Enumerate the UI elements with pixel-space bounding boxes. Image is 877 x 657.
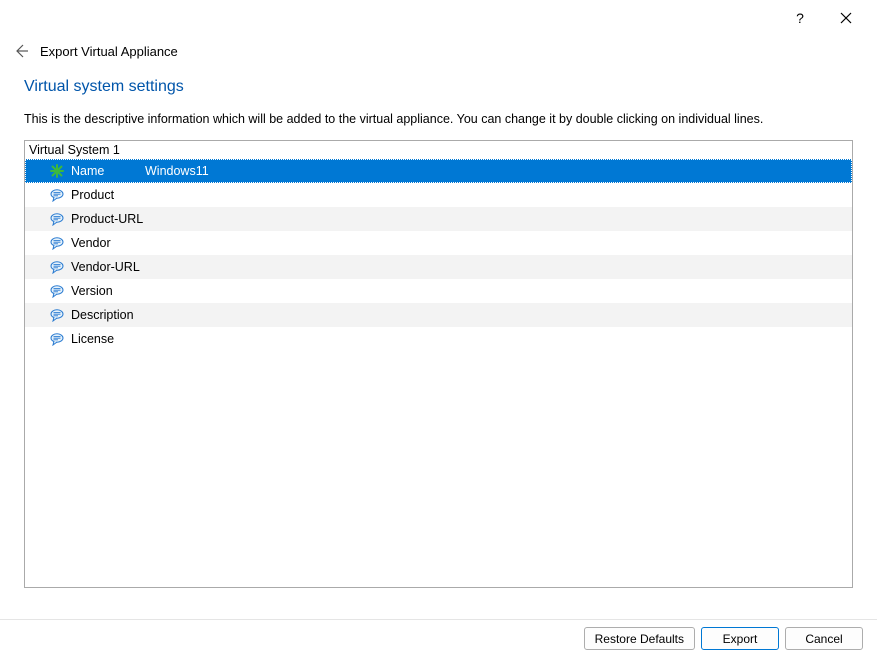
property-row[interactable]: Vendor (25, 231, 852, 255)
arrow-left-icon (13, 43, 29, 59)
property-row[interactable]: Description (25, 303, 852, 327)
property-label: Name (71, 164, 145, 178)
back-button[interactable] (12, 42, 30, 60)
cancel-button[interactable]: Cancel (785, 627, 863, 650)
property-value: Windows11 (145, 164, 852, 178)
section-description: This is the descriptive information whic… (24, 112, 853, 126)
property-label: Product-URL (71, 212, 145, 226)
content-area: Virtual system settings This is the desc… (0, 78, 877, 588)
property-label: Description (71, 308, 145, 322)
text-icon (49, 187, 65, 203)
property-row[interactable]: Version (25, 279, 852, 303)
section-heading: Virtual system settings (24, 78, 853, 96)
property-label: License (71, 332, 145, 346)
group-header[interactable]: Virtual System 1 (25, 141, 852, 159)
help-button[interactable]: ? (777, 2, 823, 34)
text-icon (49, 259, 65, 275)
property-row[interactable]: Product-URL (25, 207, 852, 231)
text-icon (49, 235, 65, 251)
property-label: Vendor (71, 236, 145, 250)
text-icon (49, 307, 65, 323)
property-row[interactable]: NameWindows11 (25, 159, 852, 183)
close-icon (840, 12, 852, 24)
close-button[interactable] (823, 2, 869, 34)
text-icon (49, 283, 65, 299)
name-icon (49, 163, 65, 179)
text-icon (49, 211, 65, 227)
export-button[interactable]: Export (701, 627, 779, 650)
property-row[interactable]: Vendor-URL (25, 255, 852, 279)
properties-table[interactable]: Virtual System 1 NameWindows11ProductPro… (24, 140, 853, 588)
wizard-header: Export Virtual Appliance (0, 36, 877, 78)
property-row[interactable]: Product (25, 183, 852, 207)
page-title: Export Virtual Appliance (40, 44, 178, 59)
restore-defaults-button[interactable]: Restore Defaults (584, 627, 695, 650)
property-row[interactable]: License (25, 327, 852, 351)
text-icon (49, 331, 65, 347)
property-label: Version (71, 284, 145, 298)
property-label: Product (71, 188, 145, 202)
button-bar: Restore Defaults Export Cancel (0, 619, 877, 657)
titlebar: ? (0, 0, 877, 36)
property-label: Vendor-URL (71, 260, 145, 274)
